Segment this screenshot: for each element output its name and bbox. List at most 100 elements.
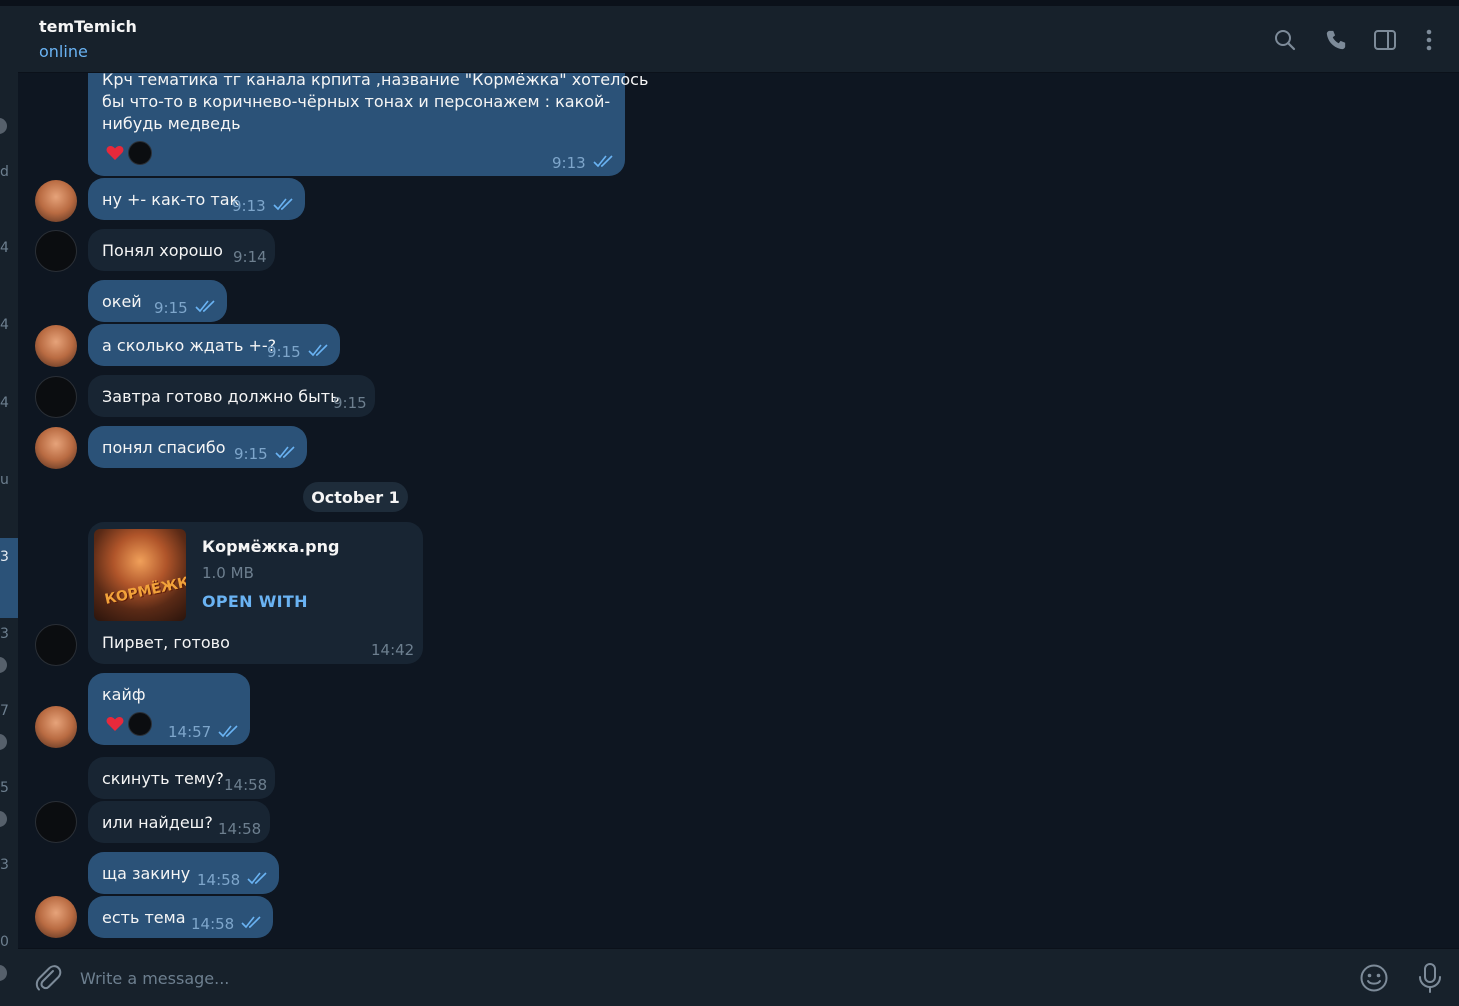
message-text: или найдеш? [102,813,213,832]
chat-list-fragment: 4 [0,317,9,333]
contact-avatar[interactable] [35,624,77,666]
read-check-icon [275,446,295,459]
message-outgoing[interactable]: окей 9:15 [88,280,227,322]
sidebar-toggle-icon[interactable] [1371,26,1399,54]
emoji-icon[interactable] [1359,963,1389,993]
message-time: 9:15 [154,299,188,317]
message-time: 9:15 [333,394,367,412]
message-text: Завтра готово должно быть [102,387,340,406]
user-avatar[interactable] [35,896,77,938]
read-check-icon [308,344,328,357]
chat-header: temTemich online [18,6,1459,73]
message-time: 14:42 [371,641,415,659]
contact-avatar[interactable] [35,376,77,418]
message-text-line: нибудь медведь [102,114,241,133]
reaction-avatar [128,712,152,736]
heart-reaction-icon [104,142,126,164]
read-check-icon [593,155,613,168]
microphone-icon[interactable] [1416,962,1444,994]
message-time: 14:58 [197,871,241,889]
search-icon[interactable] [1271,26,1299,54]
chat-list-fragment: 3 [0,549,9,565]
message-time: 9:15 [234,445,268,463]
contact-avatar[interactable] [35,230,77,272]
message-text: кайф [102,685,146,704]
message-text: окей [102,292,142,311]
message-time: 14:57 [168,723,212,741]
message-text: ну +- как-то так [102,190,240,209]
message-input[interactable] [80,963,1280,993]
read-check-icon [195,300,215,313]
unread-dot [0,965,7,981]
message-outgoing[interactable]: кайф 14:57 [88,673,250,745]
message-text: скинуть тему? [102,769,224,788]
chat-list-fragment: 0 [0,934,9,950]
attach-icon[interactable] [34,963,62,993]
message-text-line: бы что-то в коричнево-чёрных тонах и пер… [102,92,611,111]
chat-list-fragment: 5 [0,780,9,796]
message-reactions[interactable] [104,712,152,736]
message-time: 9:13 [552,154,586,172]
message-time: 14:58 [191,915,235,933]
message-text: есть тема [102,908,186,927]
unread-dot [0,811,7,827]
reaction-avatar [128,141,152,165]
chat-list-fragment: 4 [0,395,9,411]
message-reactions[interactable] [104,141,152,165]
message-incoming[interactable]: скинуть тему? 14:58 [88,757,275,799]
message-incoming[interactable]: Понял хорошо 9:14 [88,229,275,271]
user-avatar[interactable] [35,180,77,222]
message-outgoing[interactable]: понял спасибо 9:15 [88,426,307,468]
chat-list-fragment: 3 [0,626,9,642]
user-avatar[interactable] [35,427,77,469]
message-text: ща закину [102,864,191,883]
chat-list-fragment: 4 [0,240,9,256]
open-with-button[interactable]: OPEN WITH [202,591,308,613]
read-check-icon [241,916,261,929]
file-name[interactable]: Кормёжка.png [202,536,339,558]
message-text: Понял хорошо [102,241,223,260]
message-text: Пирвет, готово [102,633,230,652]
message-text-line: Крч тематика тг канала крпита ,название … [102,73,649,89]
contact-avatar[interactable] [35,801,77,843]
read-check-icon [273,198,293,211]
chat-history[interactable]: Крч тематика тг канала крпита ,название … [18,73,1459,948]
message-time: 14:58 [224,776,268,794]
chat-title[interactable]: temTemich [39,17,137,36]
chat-list-fragment: 3 [0,857,9,873]
heart-reaction-icon [104,713,126,735]
chat-list-fragment: d [0,164,9,180]
message-composer [18,948,1459,1006]
user-avatar[interactable] [35,325,77,367]
message-outgoing[interactable]: Крч тематика тг канала крпита ,название … [88,73,648,176]
unread-dot [0,657,7,673]
message-time: 14:58 [218,820,262,838]
chat-status: online [39,42,88,61]
message-text: понял спасибо [102,438,226,457]
message-time: 9:13 [232,197,266,215]
message-incoming[interactable]: Завтра готово должно быть 9:15 [88,375,375,417]
unread-dot [0,118,7,134]
read-check-icon [218,725,238,738]
message-incoming-file[interactable]: КОРМЁЖКА Кормёжка.png 1.0 MB OPEN WITH П… [88,522,423,664]
file-thumbnail[interactable]: КОРМЁЖКА [94,529,186,621]
message-time: 9:14 [233,248,267,266]
message-outgoing[interactable]: ну +- как-то так 9:13 [88,178,305,220]
thumbnail-caption: КОРМЁЖКА [103,572,186,608]
message-outgoing[interactable]: ща закину 14:58 [88,852,279,894]
chat-list-strip[interactable]: d 4 4 4 u 3 3 7 5 3 0 [0,6,18,1006]
message-outgoing[interactable]: а сколько ждать +-? 9:15 [88,324,340,366]
message-text: а сколько ждать +-? [102,336,277,355]
user-avatar[interactable] [35,706,77,748]
message-time: 9:15 [267,343,301,361]
chat-list-fragment: u [0,472,9,488]
unread-dot [0,734,7,750]
file-size: 1.0 MB [202,564,254,582]
phone-icon[interactable] [1322,26,1350,54]
chat-list-fragment: 7 [0,703,9,719]
read-check-icon [247,872,267,885]
more-vertical-icon[interactable] [1415,26,1443,54]
date-separator: October 1 [303,482,408,512]
message-outgoing[interactable]: есть тема 14:58 [88,896,273,938]
message-incoming[interactable]: или найдеш? 14:58 [88,801,270,843]
